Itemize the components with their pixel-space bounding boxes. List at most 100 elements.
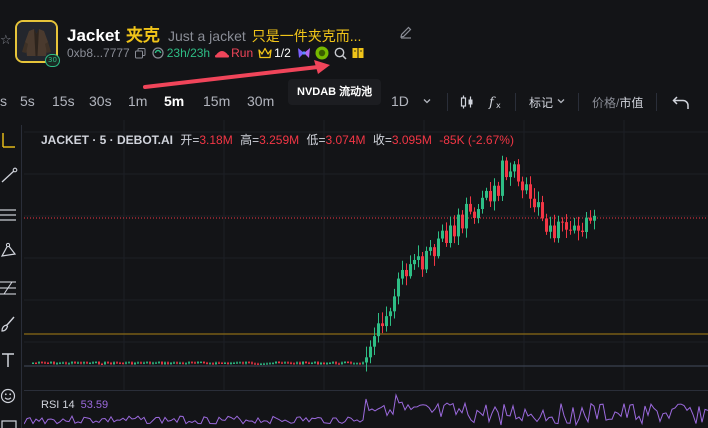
drawing-toolbar — [0, 125, 22, 428]
candle-body — [505, 160, 508, 178]
crosshair-icon[interactable] — [0, 131, 18, 149]
candle-body — [308, 362, 310, 364]
candle-body — [257, 363, 259, 365]
candle-body — [401, 269, 404, 279]
candle-body — [89, 362, 91, 364]
horizontal-lines-icon[interactable] — [0, 206, 18, 224]
candle-body — [212, 363, 214, 365]
book-icon[interactable] — [352, 47, 364, 59]
rsi-value: 53.59 — [80, 399, 109, 411]
rsi-legend: RSI 14 53.59 — [41, 399, 108, 411]
interval-1m[interactable]: 1m — [128, 93, 147, 109]
candle-body — [149, 362, 151, 364]
pattern-icon[interactable] — [0, 242, 18, 260]
candle-body — [68, 363, 70, 365]
candle-body — [581, 230, 584, 232]
candles-icon[interactable] — [459, 94, 475, 110]
emoji-icon[interactable] — [0, 387, 18, 405]
avatar-badge: 30 — [45, 54, 60, 67]
candle-body — [227, 362, 229, 364]
interval-1d[interactable]: 1D — [391, 93, 409, 109]
price-chart[interactable] — [23, 120, 708, 428]
candle-body — [260, 363, 262, 365]
candle-body — [140, 362, 142, 364]
candle-body — [290, 362, 292, 364]
rsi-line — [23, 393, 708, 427]
interval-30m[interactable]: 30m — [247, 93, 274, 109]
interval-30s[interactable]: 30s — [89, 93, 112, 109]
candle-body — [119, 362, 121, 364]
mcap-option[interactable]: 市值 — [619, 96, 643, 110]
candle-body — [35, 362, 37, 364]
candle-body — [248, 362, 250, 364]
token-address: 0xb8...7777 — [67, 46, 130, 60]
candle-body — [263, 363, 265, 365]
candle-body — [230, 362, 232, 364]
candle-body — [553, 225, 556, 239]
candle-body — [80, 362, 82, 364]
candle-body — [44, 362, 46, 364]
candle-body — [275, 362, 277, 364]
candle-body — [537, 202, 540, 208]
candle-body — [353, 363, 355, 365]
candle-body — [95, 362, 97, 364]
candle-body — [577, 225, 580, 231]
chevron-down-icon[interactable] — [422, 96, 432, 106]
open-value: 3.18M — [199, 133, 233, 147]
chart-canvas[interactable] — [23, 120, 708, 428]
candle-body — [365, 357, 368, 363]
annotation-arrow — [143, 60, 330, 89]
candle-body — [224, 362, 226, 364]
mark-menu[interactable]: 标记 — [529, 94, 553, 111]
candle-body — [152, 362, 154, 364]
candle-body — [101, 363, 103, 365]
brush-icon[interactable] — [0, 315, 18, 333]
candle-body — [493, 185, 496, 202]
ruler-icon[interactable] — [0, 417, 18, 428]
fibonacci-icon[interactable] — [0, 279, 18, 297]
candle-body — [125, 362, 127, 364]
candle-body — [233, 362, 235, 364]
candle-body — [77, 362, 79, 364]
candle-body — [191, 362, 193, 364]
candle-body — [299, 362, 301, 364]
undo-icon[interactable] — [672, 93, 690, 111]
interval-s[interactable]: s — [0, 93, 7, 109]
candle-body — [437, 238, 440, 257]
candle-body — [218, 362, 220, 364]
candle-body — [305, 362, 307, 364]
chevron-down-icon[interactable] — [556, 96, 566, 106]
candle-body — [302, 362, 304, 364]
candle-body — [449, 225, 452, 244]
price-option[interactable]: 价格 — [592, 96, 616, 110]
trendline-icon[interactable] — [0, 167, 18, 185]
candle-body — [385, 316, 388, 327]
candle-body — [589, 217, 592, 221]
candle-body — [350, 362, 352, 364]
candle-body — [549, 225, 552, 232]
candle-body — [409, 264, 412, 277]
candle-body — [131, 362, 133, 364]
candle-body — [107, 362, 109, 364]
high-value: 3.259M — [259, 133, 300, 147]
candle-body — [137, 362, 139, 364]
interval-5s[interactable]: 5s — [20, 93, 35, 109]
interval-5m[interactable]: 5m — [164, 93, 184, 109]
candle-body — [441, 230, 444, 239]
candle-body — [545, 218, 548, 232]
indicators-icon[interactable]: f x — [488, 94, 506, 111]
star-icon[interactable]: ☆ — [0, 33, 12, 47]
candle-body — [59, 362, 61, 364]
close-label: 收= — [372, 133, 392, 147]
candle-body — [188, 362, 190, 364]
candle-body — [469, 203, 472, 212]
interval-15s[interactable]: 15s — [52, 93, 75, 109]
price-mcap-toggle[interactable]: 价格/市值 — [592, 94, 643, 111]
candle-body — [323, 362, 325, 364]
candle-body — [41, 362, 43, 364]
candle-body — [529, 184, 532, 199]
candle-body — [533, 198, 536, 208]
interval-15m[interactable]: 15m — [203, 93, 230, 109]
text-tool-icon[interactable] — [0, 351, 18, 369]
edit-icon[interactable] — [399, 25, 413, 39]
